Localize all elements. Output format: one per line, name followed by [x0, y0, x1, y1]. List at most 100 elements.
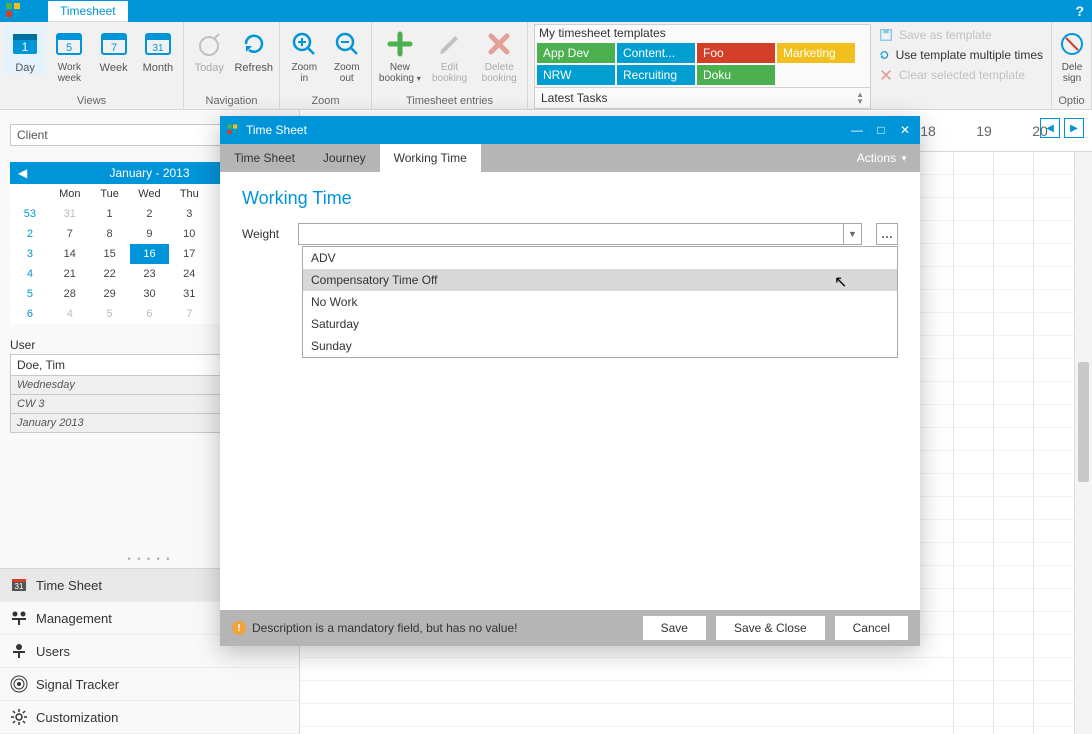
weight-combobox[interactable]: ▼: [298, 223, 862, 245]
weight-option-no-work[interactable]: No Work: [303, 291, 897, 313]
calendar-day[interactable]: 6: [130, 304, 170, 324]
delete-booking-button[interactable]: Deletebooking: [475, 26, 523, 84]
template-marketing[interactable]: Marketing: [777, 43, 855, 63]
new-booking-button[interactable]: Newbooking ▾: [376, 26, 424, 84]
calendar-day[interactable]: 15: [90, 244, 130, 264]
latest-tasks-label[interactable]: Latest Tasks: [541, 91, 607, 105]
cancel-button[interactable]: Cancel: [835, 616, 908, 640]
calendar-day[interactable]: 4: [50, 304, 90, 324]
plus-icon: [384, 28, 416, 60]
calendar-day[interactable]: 30: [130, 284, 170, 304]
calendar-week-2[interactable]: 2: [10, 224, 50, 244]
svg-text:31: 31: [15, 582, 24, 591]
nav-today-button[interactable]: Today: [188, 26, 231, 74]
schedule-day-header[interactable]: 19: [966, 123, 1002, 139]
zoom-in-button[interactable]: Zoomin: [284, 26, 325, 84]
modal-heading: Working Time: [242, 188, 898, 209]
template-content-[interactable]: Content...: [617, 43, 695, 63]
calendar-day[interactable]: 31: [50, 204, 90, 224]
zoom-out-label: Zoomout: [327, 62, 368, 84]
view-week-button[interactable]: 7 Week: [93, 26, 135, 74]
scrollbar-thumb[interactable]: [1078, 362, 1089, 482]
calendar-week-5[interactable]: 5: [10, 284, 50, 304]
calendar-day[interactable]: 28: [50, 284, 90, 304]
calendar-day[interactable]: 2: [130, 204, 170, 224]
template-app-dev[interactable]: App Dev: [537, 43, 615, 63]
calendar-day[interactable]: 16: [130, 244, 170, 264]
calendar-title: January - 2013: [109, 166, 189, 180]
save-as-template-button[interactable]: Save as template: [879, 28, 1043, 42]
template-foo[interactable]: Foo: [697, 43, 775, 63]
templates-header: My timesheet templates: [535, 25, 870, 41]
weight-input[interactable]: [299, 224, 843, 244]
nav-item-custom[interactable]: Customization: [0, 701, 299, 734]
calendar-day[interactable]: 31: [169, 284, 209, 304]
modal-close-button[interactable]: ✕: [896, 123, 914, 137]
modal-maximize-button[interactable]: □: [872, 123, 890, 137]
calendar-day[interactable]: 14: [50, 244, 90, 264]
weight-option-adv[interactable]: ADV: [303, 247, 897, 269]
delete-sign-label: Delesign: [1056, 62, 1088, 84]
use-template-multiple-button[interactable]: Use template multiple times: [879, 48, 1043, 62]
modal-tab-time-sheet[interactable]: Time Sheet: [220, 144, 309, 172]
calendar-day[interactable]: 5: [90, 304, 130, 324]
calendar-week-53[interactable]: 53: [10, 204, 50, 224]
save-button[interactable]: Save: [643, 616, 706, 640]
clear-selected-template-button[interactable]: Clear selected template: [879, 68, 1043, 82]
calendar-week-4[interactable]: 4: [10, 264, 50, 284]
template-doku[interactable]: Doku: [697, 65, 775, 85]
calendar-week-6[interactable]: 6: [10, 304, 50, 324]
calendar-day[interactable]: 22: [90, 264, 130, 284]
calendar-day[interactable]: 17: [169, 244, 209, 264]
window-tab-timesheet[interactable]: Timesheet: [48, 1, 128, 22]
calendar-day[interactable]: 23: [130, 264, 170, 284]
nav-item-signal[interactable]: Signal Tracker: [0, 668, 299, 701]
edit-booking-button[interactable]: Editbooking: [426, 26, 474, 84]
view-month-label: Month: [137, 62, 179, 74]
app-icon: [4, 1, 24, 21]
calendar-day[interactable]: 7: [169, 304, 209, 324]
calendar-day[interactable]: 1: [90, 204, 130, 224]
modal-minimize-button[interactable]: —: [848, 123, 866, 137]
view-month-button[interactable]: 31 Month: [137, 26, 179, 74]
schedule-day-header[interactable]: 20: [1022, 123, 1058, 139]
templates-scroll-icon[interactable]: ▲▼: [856, 91, 864, 105]
calendar-day[interactable]: 3: [169, 204, 209, 224]
delete-signature-button[interactable]: Delesign: [1056, 26, 1088, 84]
management-icon: [10, 609, 28, 627]
modal-actions-menu[interactable]: Actions▼: [845, 144, 920, 172]
weight-option-compensatory-time-off[interactable]: Compensatory Time Off: [303, 269, 897, 291]
view-workweek-button[interactable]: 5 Workweek: [48, 26, 90, 84]
calendar-day[interactable]: 8: [90, 224, 130, 244]
calendar-week-3[interactable]: 3: [10, 244, 50, 264]
calendar-day[interactable]: 24: [169, 264, 209, 284]
help-icon[interactable]: ?: [1075, 3, 1084, 19]
zoom-out-button[interactable]: Zoomout: [327, 26, 368, 84]
schedule-scrollbar[interactable]: [1074, 152, 1092, 734]
calendar-prev-icon[interactable]: ◀: [18, 166, 27, 180]
timesheet-icon: 31: [10, 576, 28, 594]
save-as-template-label: Save as template: [899, 28, 992, 42]
nav-item-label: Customization: [36, 710, 118, 725]
weight-option-saturday[interactable]: Saturday: [303, 313, 897, 335]
modal-tab-working-time[interactable]: Working Time: [380, 144, 481, 172]
template-nrw[interactable]: NRW: [537, 65, 615, 85]
view-day-button[interactable]: 1 Day: [4, 26, 46, 74]
nav-refresh-label: Refresh: [233, 62, 276, 74]
nav-refresh-button[interactable]: Refresh: [233, 26, 276, 74]
save-close-button[interactable]: Save & Close: [716, 616, 825, 640]
calendar-day[interactable]: 21: [50, 264, 90, 284]
chevron-down-icon[interactable]: ▼: [843, 224, 861, 244]
weight-browse-button[interactable]: …: [876, 223, 898, 245]
app-titlebar: Timesheet ?: [0, 0, 1092, 22]
svg-text:31: 31: [152, 43, 164, 54]
template-recruiting[interactable]: Recruiting: [617, 65, 695, 85]
calendar-day[interactable]: 29: [90, 284, 130, 304]
calendar-day[interactable]: 7: [50, 224, 90, 244]
calendar-week-icon: 7: [98, 28, 130, 60]
weight-option-sunday[interactable]: Sunday: [303, 335, 897, 357]
modal-tab-journey[interactable]: Journey: [309, 144, 380, 172]
calendar-day[interactable]: 9: [130, 224, 170, 244]
calendar-day[interactable]: 10: [169, 224, 209, 244]
calendar-workweek-icon: 5: [53, 28, 85, 60]
